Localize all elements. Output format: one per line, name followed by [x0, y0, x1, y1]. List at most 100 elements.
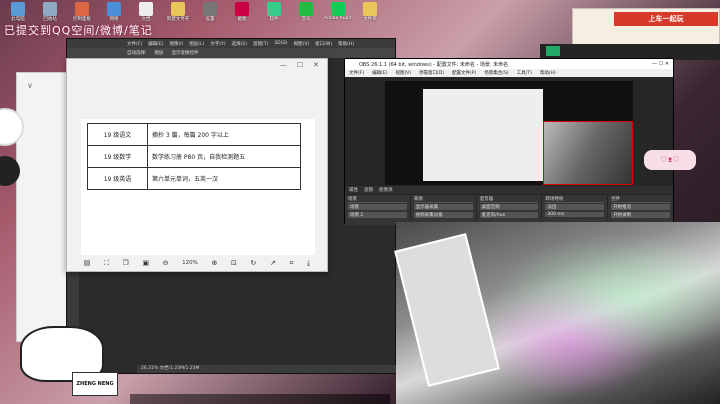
desktop-icon[interactable]: 软件: [260, 2, 288, 28]
obs-pane-item[interactable]: 麦克风/Aux: [479, 212, 539, 218]
preview-screen-capture: [423, 89, 543, 181]
obs-menu-item[interactable]: 文件(F): [349, 70, 364, 76]
obs-pane-header: 控件: [611, 196, 670, 203]
maximize-icon[interactable]: ☐: [297, 61, 303, 69]
subject-cell: 19 级英语: [87, 167, 148, 190]
obs-titlebar: OBS 26.1.1 (64 bit, windows) - 配置文件: 未命名…: [345, 59, 673, 69]
desktop-icon[interactable]: Adobe Audition: [324, 2, 352, 28]
app-icon: [267, 2, 281, 16]
obs-toolbar-button[interactable]: 图像源: [379, 187, 393, 193]
ps-option[interactable]: 自动选择:: [127, 50, 147, 56]
obs-pane: 混音器 桌面音频麦克风/Aux: [476, 195, 542, 225]
obs-toolbar-button[interactable]: 滤镜: [364, 187, 373, 193]
ps-menu-item[interactable]: 视图(V): [294, 41, 310, 47]
ps-menu-item[interactable]: 选择(S): [232, 41, 247, 47]
obs-toolbar-button[interactable]: 属性: [349, 187, 358, 193]
settings-icon: [203, 2, 217, 16]
obs-menu-item[interactable]: 编辑(E): [372, 70, 387, 76]
obs-menu-item[interactable]: 工具(T): [517, 70, 532, 76]
desktop-icon-label: 文件夹: [363, 17, 377, 22]
obs-pane: 控件 开始推流开始录制: [608, 195, 673, 225]
obs-menu-item[interactable]: 场景集合(S): [484, 70, 508, 76]
ps-option[interactable]: 图层: [155, 50, 164, 56]
ps-menu-item[interactable]: 滤镜(T): [253, 41, 268, 47]
obs-pane: 来源 显示器采集 视频采集设备: [410, 195, 476, 225]
obs-title: OBS 26.1.1 (64 bit, windows) - 配置文件: 未命名…: [359, 61, 509, 68]
control-panel-icon: [75, 2, 89, 16]
chevron-down-icon[interactable]: ∨: [27, 81, 33, 90]
obs-pane-header: 场景: [348, 196, 407, 203]
obs-pane-item[interactable]: 视频采集设备: [413, 212, 473, 218]
obs-source-toolbar: 属性 滤镜 图像源: [345, 186, 673, 194]
download-icon[interactable]: ⤓: [307, 259, 310, 268]
share-icon[interactable]: ↗: [270, 259, 276, 267]
copy-icon[interactable]: ❐: [123, 259, 129, 267]
desktop-icon[interactable]: 设置: [196, 2, 224, 28]
fit-icon[interactable]: ▣: [142, 259, 149, 267]
desktop-icon[interactable]: 新建文件夹: [164, 2, 192, 28]
ps-menu-item[interactable]: 3D(D): [274, 41, 287, 46]
obs-pane-item[interactable]: 淡出: [545, 204, 605, 210]
ps-menu-item[interactable]: 文件(F): [127, 41, 142, 47]
viewer-toolbar: ▤ ⛶ ❐ ▣ ⊖ 120% ⊕ ⊡ ↻ ↗ ⌗ ⤓: [67, 255, 327, 271]
table-row: 19 级语文 摘抄 3 篇，每篇 200 字以上: [87, 123, 301, 146]
actual-size-icon[interactable]: ⊡: [231, 259, 237, 267]
obs-pane: 转场特效 淡出 300 ms: [542, 195, 608, 225]
overlay-caption: 已提交到QQ空间/微博/笔记: [4, 24, 153, 37]
obs-menubar: 文件(F) 编辑(E) 视图(V) 停靠窗口(D) 配置文件(P) 场景集合(S) 工具(T…: [345, 69, 673, 77]
subject-cell: 19 级语文: [87, 123, 148, 146]
obs-pane-header: 混音器: [479, 196, 539, 203]
fullscreen-icon[interactable]: ⛶: [104, 259, 109, 268]
window-controls[interactable]: — ☐ ✕: [652, 61, 669, 67]
zoom-out-icon[interactable]: ⊖: [163, 259, 169, 267]
obs-dock-panels: 场景 场景 场景 2 来源 显示器采集 视频采集设备 混音器 桌面音频 麦克风/Aux 转场特效淡…: [345, 195, 673, 225]
obs-pane-item[interactable]: 开始推流: [611, 204, 670, 210]
folder-icon: [363, 2, 377, 16]
ps-menu-item[interactable]: 图层(L): [189, 41, 204, 47]
obs-pane-item[interactable]: 显示器采集: [413, 204, 473, 210]
obs-menu-item[interactable]: 视图(V): [395, 70, 411, 76]
obs-pane-item[interactable]: 桌面音频: [479, 204, 539, 210]
close-icon[interactable]: ✕: [313, 61, 319, 69]
sticker-decoration: ♡ᴥ♡: [644, 150, 696, 170]
obs-pane-item[interactable]: 场景 2: [348, 212, 407, 218]
ps-status-bar: 26.31% 文档:1.23M/1.23M: [137, 365, 397, 373]
obs-menu-item[interactable]: 停靠窗口(D): [419, 70, 444, 76]
desktop-icon[interactable]: 文件夹: [356, 2, 384, 28]
task-cell: 第六单元单词，五英一汉: [147, 167, 301, 190]
obs-pane: 场景 场景场景 2: [345, 195, 410, 225]
zoom-in-icon[interactable]: ⊕: [212, 259, 218, 267]
audition-icon: [331, 2, 345, 16]
desktop-icon[interactable]: 截图: [228, 2, 256, 28]
subject-cell: 19 级数学: [87, 145, 148, 168]
desktop-icon-label: 音乐: [301, 17, 311, 22]
task-cell: 数学练习册 P80 页，自我检测题五: [147, 145, 301, 168]
obs-pane-item[interactable]: 300 ms: [545, 212, 605, 217]
obs-pane-item[interactable]: 开始录制: [611, 212, 670, 218]
ps-menu-item[interactable]: 图像(I): [169, 41, 183, 47]
ps-menu-item[interactable]: 编辑(E): [148, 41, 163, 47]
obs-menu-item[interactable]: 配置文件(P): [452, 70, 476, 76]
desktop-icon-label: 新建文件夹: [166, 17, 190, 22]
green-button[interactable]: [546, 46, 560, 56]
ps-menu-item[interactable]: 帮助(H): [338, 41, 354, 47]
computer-icon: [11, 2, 25, 16]
homework-table: 19 级语文 摘抄 3 篇，每篇 200 字以上 19 级数学 数学练习册 P80 页…: [87, 123, 301, 190]
obs-pane-item[interactable]: 场景: [348, 204, 407, 210]
crop-icon[interactable]: ⌗: [289, 259, 293, 268]
save-icon[interactable]: ▤: [84, 259, 91, 267]
preview-camera: [543, 121, 633, 185]
ps-menu-item[interactable]: 窗口(W): [315, 41, 332, 47]
obs-pane-header: 转场特效: [545, 196, 605, 203]
obs-preview: [385, 81, 633, 185]
ps-menu-item[interactable]: 文字(Y): [210, 41, 225, 47]
ps-option[interactable]: 显示变换控件: [172, 50, 199, 56]
obs-menu-item[interactable]: 帮助(H): [540, 70, 556, 76]
desktop-icon[interactable]: 音乐: [292, 2, 320, 28]
ad-banner[interactable]: 上车一起玩: [614, 12, 718, 26]
folder-icon: [171, 2, 185, 16]
rotate-icon[interactable]: ↻: [250, 259, 256, 267]
desktop-icon-label: Adobe Audition: [324, 16, 352, 21]
minimize-icon[interactable]: —: [280, 61, 287, 69]
viewer-titlebar: — ☐ ✕: [67, 59, 327, 71]
